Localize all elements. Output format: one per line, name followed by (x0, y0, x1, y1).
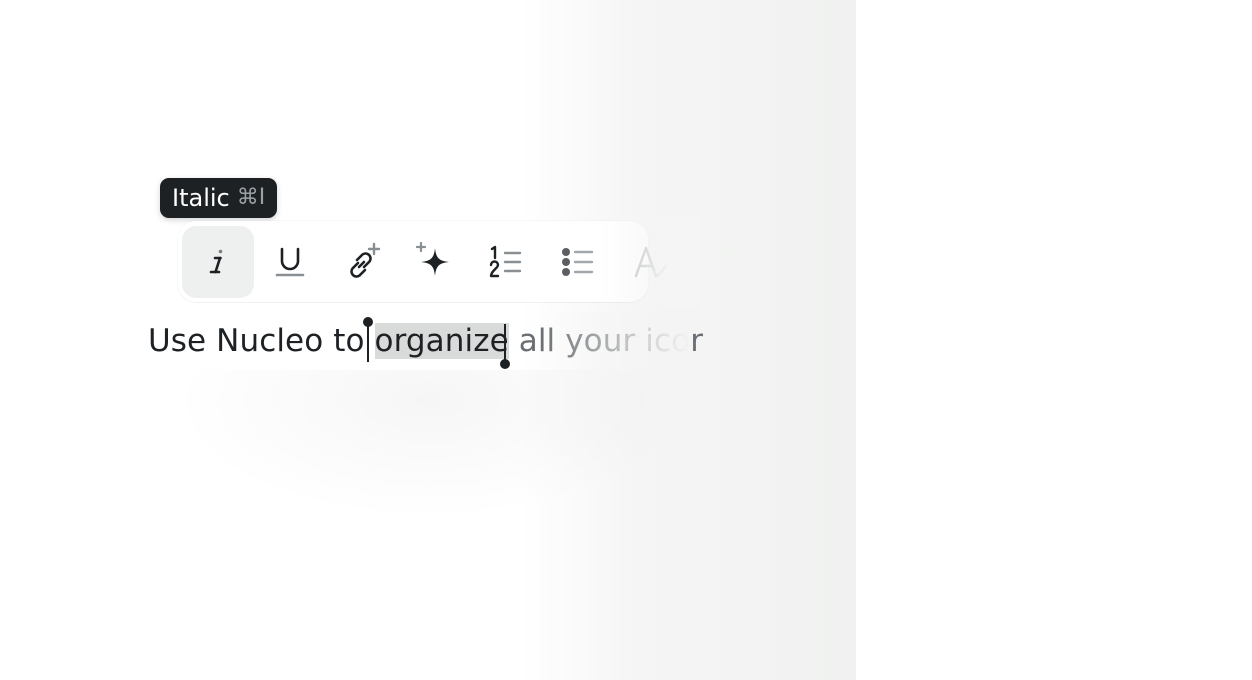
selection-end-knob[interactable] (500, 359, 510, 369)
text-after-selection: all your icor (508, 323, 704, 359)
selected-text[interactable]: organize (374, 323, 509, 359)
numbered-list-button[interactable] (470, 226, 542, 298)
toolbar-fade (600, 216, 700, 308)
drop-shadow (170, 370, 690, 520)
selection-start-handle[interactable] (363, 317, 373, 362)
italic-icon (209, 249, 223, 274)
italic-button[interactable] (182, 226, 254, 298)
bulleted-list-icon (562, 248, 594, 276)
numbered-list-icon (489, 245, 522, 278)
add-link-button[interactable] (326, 226, 398, 298)
selection-end-handle[interactable] (500, 324, 510, 369)
tooltip-label: Italic (172, 184, 230, 212)
underline-icon (275, 247, 305, 277)
underline-button[interactable] (254, 226, 326, 298)
ai-sparkle-button[interactable] (398, 226, 470, 298)
link-add-icon (350, 242, 381, 278)
italic-tooltip: Italic ⌘I (160, 178, 278, 218)
blank-area (856, 0, 1252, 680)
selection-start-knob[interactable] (363, 317, 373, 327)
tooltip-shortcut: ⌘I (236, 185, 266, 210)
sparkle-icon (415, 242, 449, 276)
editor-canvas: Italic ⌘I Use Nucleo to organize all you… (0, 0, 856, 680)
editor-text-line[interactable]: Use Nucleo to organize all your icor (148, 318, 703, 364)
text-before-selection: Use Nucleo to (148, 323, 375, 359)
